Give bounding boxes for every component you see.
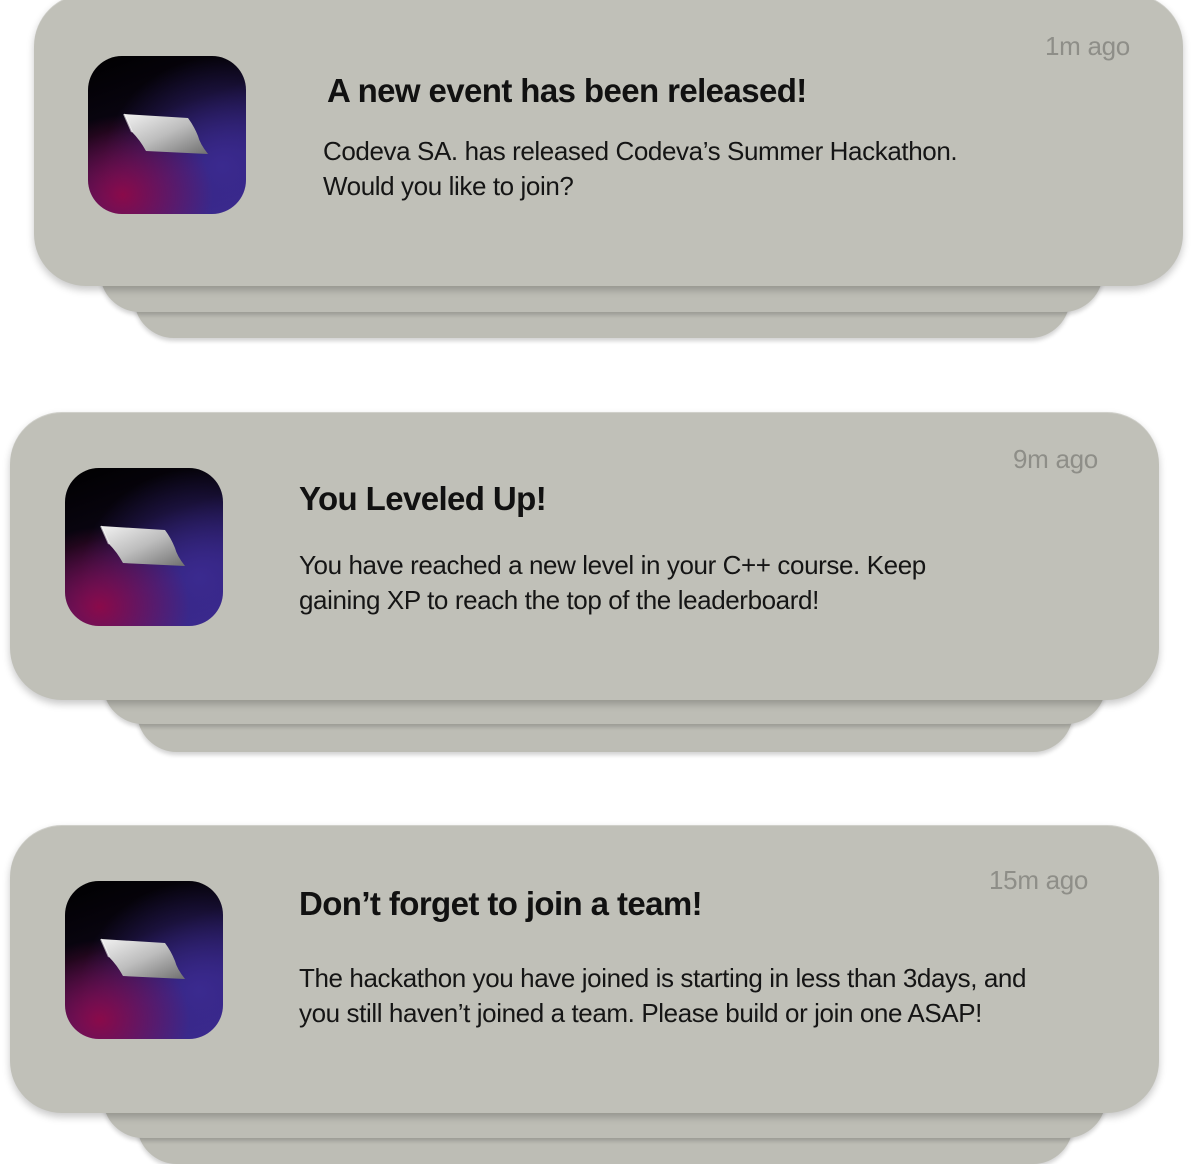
notification-card[interactable]: 15m ago Don’t forget to join a team! The… [10,825,1159,1113]
notification-body-line-1: The hackathon you have joined is startin… [299,963,1027,993]
timestamp: 15m ago [989,865,1089,895]
notification-title: Don’t forget to join a team! [299,885,703,922]
codeva-app-icon [65,881,223,1039]
notification-stack-3[interactable]: 15m ago Don’t forget to join a team! The… [0,0,1193,1164]
notification-body-line-2: you still haven’t joined a team. Please … [299,998,983,1028]
